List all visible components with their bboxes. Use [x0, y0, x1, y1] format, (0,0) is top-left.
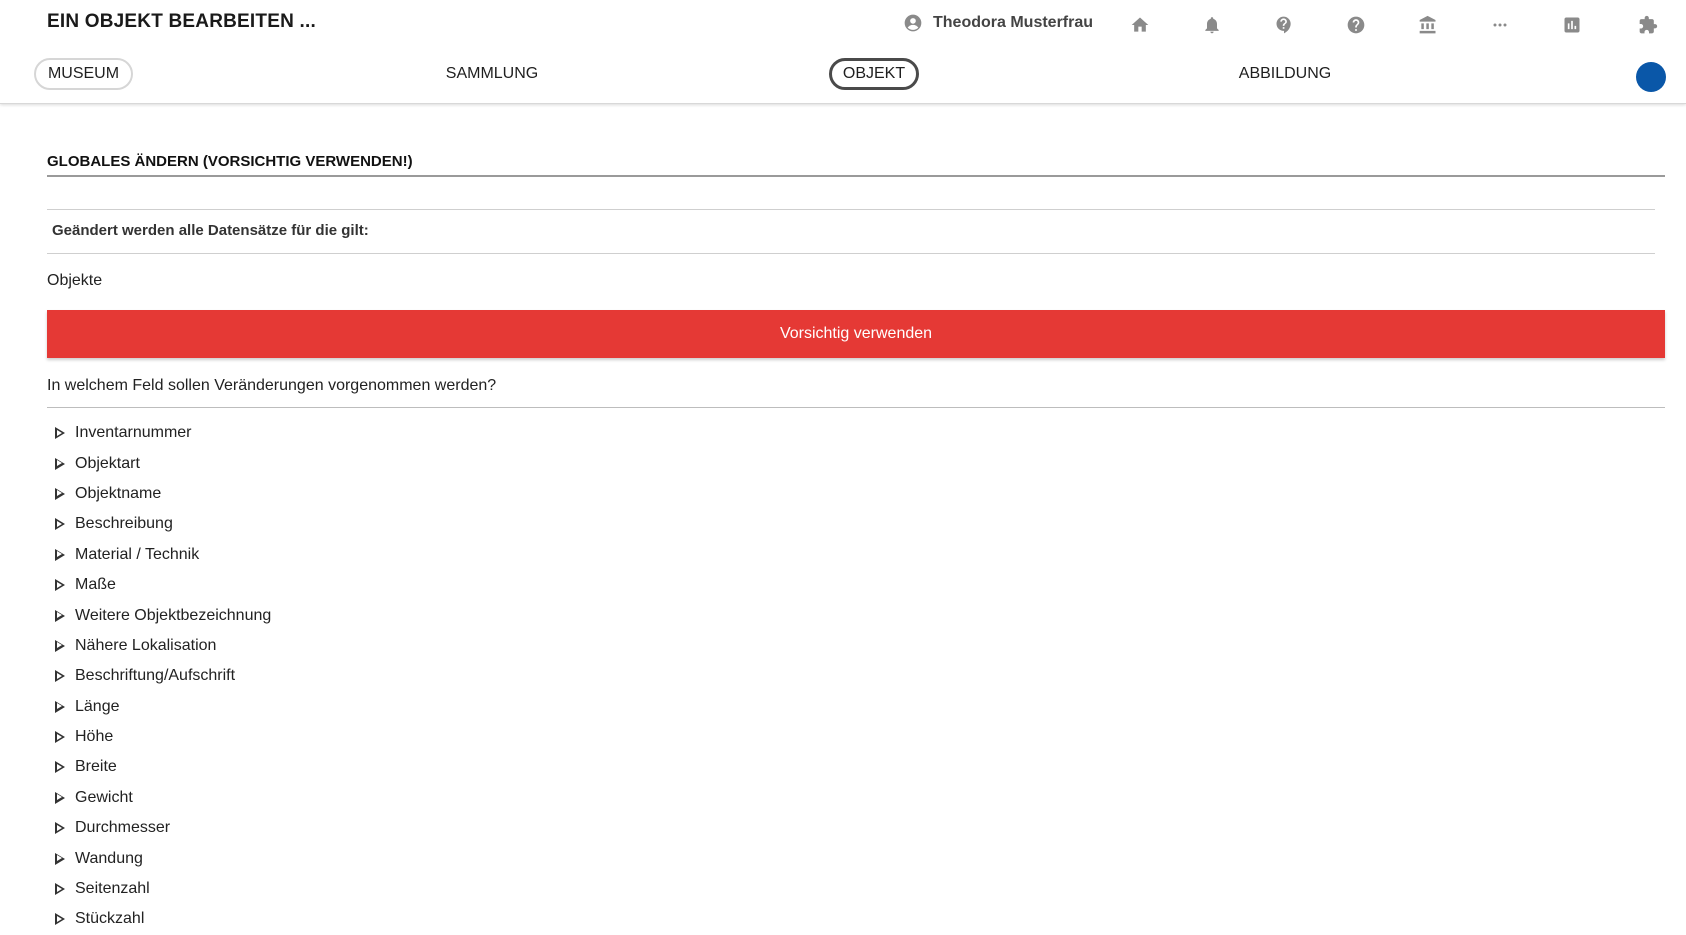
field-item[interactable]: Nähere Lokalisation	[55, 631, 271, 661]
expand-triangle-icon	[55, 791, 65, 804]
museum-icon[interactable]	[1415, 12, 1441, 38]
field-item[interactable]: Durchmesser	[55, 813, 271, 843]
field-label: Maße	[75, 576, 116, 594]
field-item[interactable]: Beschreibung	[55, 509, 271, 539]
expand-triangle-icon	[55, 731, 65, 744]
field-item[interactable]: Höhe	[55, 722, 271, 752]
user-name: Theodora Musterfrau	[933, 14, 1094, 31]
expand-triangle-icon	[55, 609, 65, 622]
top-bar: EIN OBJEKT BEARBEITEN ... Theodora Muste…	[0, 0, 1686, 104]
expand-triangle-icon	[55, 518, 65, 531]
expand-triangle-icon	[55, 670, 65, 683]
field-item[interactable]: Maße	[55, 570, 271, 600]
expand-triangle-icon	[55, 913, 65, 926]
field-item[interactable]: Objektart	[55, 448, 271, 478]
help-circle-icon[interactable]	[1343, 12, 1369, 38]
tab-abbildung[interactable]: ABBILDUNG	[1230, 58, 1340, 90]
field-label: Material / Technik	[75, 545, 200, 563]
field-item[interactable]: Weitere Objektbezeichnung	[55, 600, 271, 630]
field-label: Weitere Objektbezeichnung	[75, 606, 272, 624]
expand-triangle-icon	[55, 548, 65, 561]
field-label: Gewicht	[75, 788, 133, 806]
expand-triangle-icon	[55, 883, 65, 896]
field-label: Beschreibung	[75, 515, 173, 533]
field-item[interactable]: Material / Technik	[55, 540, 271, 570]
account-circle-icon	[904, 14, 922, 32]
user-menu[interactable]: Theodora Musterfrau	[903, 13, 1093, 33]
field-label: Stückzahl	[75, 910, 145, 928]
bell-icon[interactable]	[1199, 12, 1225, 38]
field-item[interactable]: Inventarnummer	[55, 418, 271, 448]
expand-triangle-icon	[55, 579, 65, 592]
field-list: Inventarnummer Objektart Objektname Beschre…	[55, 418, 271, 935]
divider	[47, 253, 1655, 254]
field-item[interactable]: Stückzahl	[55, 904, 271, 934]
field-item[interactable]: Seitenzahl	[55, 874, 271, 904]
expand-triangle-icon	[55, 822, 65, 835]
field-label: Länge	[75, 697, 120, 715]
field-item[interactable]: Breite	[55, 752, 271, 782]
expand-triangle-icon	[55, 427, 65, 440]
field-item[interactable]: Länge	[55, 692, 271, 722]
section-title: GLOBALES ÄNDERN (VORSICHTIG VERWENDEN!)	[47, 153, 413, 170]
field-label: Objektart	[75, 454, 140, 472]
field-label: Breite	[75, 758, 117, 776]
status-dot[interactable]	[1636, 62, 1666, 92]
tab-sammlung[interactable]: SAMMLUNG	[437, 58, 547, 90]
field-question: In welchem Feld sollen Veränderungen vor…	[47, 377, 497, 394]
field-item[interactable]: Beschriftung/Aufschrift	[55, 661, 271, 691]
field-label: Objektname	[75, 484, 162, 502]
field-label: Seitenzahl	[75, 880, 150, 898]
home-icon[interactable]	[1127, 12, 1153, 38]
divider	[47, 209, 1655, 210]
help-icon[interactable]	[1271, 12, 1297, 38]
chart-icon[interactable]	[1559, 12, 1585, 38]
change-description: Geändert werden alle Datensätze für die …	[52, 222, 369, 239]
field-label: Durchmesser	[75, 819, 171, 837]
expand-triangle-icon	[55, 487, 65, 500]
expand-triangle-icon	[55, 852, 65, 865]
expand-triangle-icon	[55, 457, 65, 470]
expand-triangle-icon	[55, 761, 65, 774]
scope-label: Objekte	[47, 272, 103, 289]
warning-button[interactable]: Vorsichtig verwenden	[47, 310, 1665, 358]
tab-objekt[interactable]: OBJEKT	[829, 58, 919, 90]
more-icon[interactable]	[1487, 12, 1513, 38]
expand-triangle-icon	[55, 639, 65, 652]
field-label: Inventarnummer	[75, 424, 192, 442]
tab-museum[interactable]: MUSEUM	[34, 58, 133, 90]
puzzle-icon[interactable]	[1635, 12, 1661, 38]
field-item[interactable]: Gewicht	[55, 783, 271, 813]
field-label: Wandung	[75, 849, 143, 867]
expand-triangle-icon	[55, 700, 65, 713]
divider	[47, 407, 1665, 408]
field-label: Nähere Lokalisation	[75, 636, 217, 654]
page-title: EIN OBJEKT BEARBEITEN ...	[47, 11, 316, 32]
field-item[interactable]: Objektname	[55, 479, 271, 509]
field-item[interactable]: Wandung	[55, 843, 271, 873]
section-divider	[47, 175, 1665, 177]
field-label: Höhe	[75, 728, 114, 746]
field-label: Beschriftung/Aufschrift	[75, 667, 236, 685]
